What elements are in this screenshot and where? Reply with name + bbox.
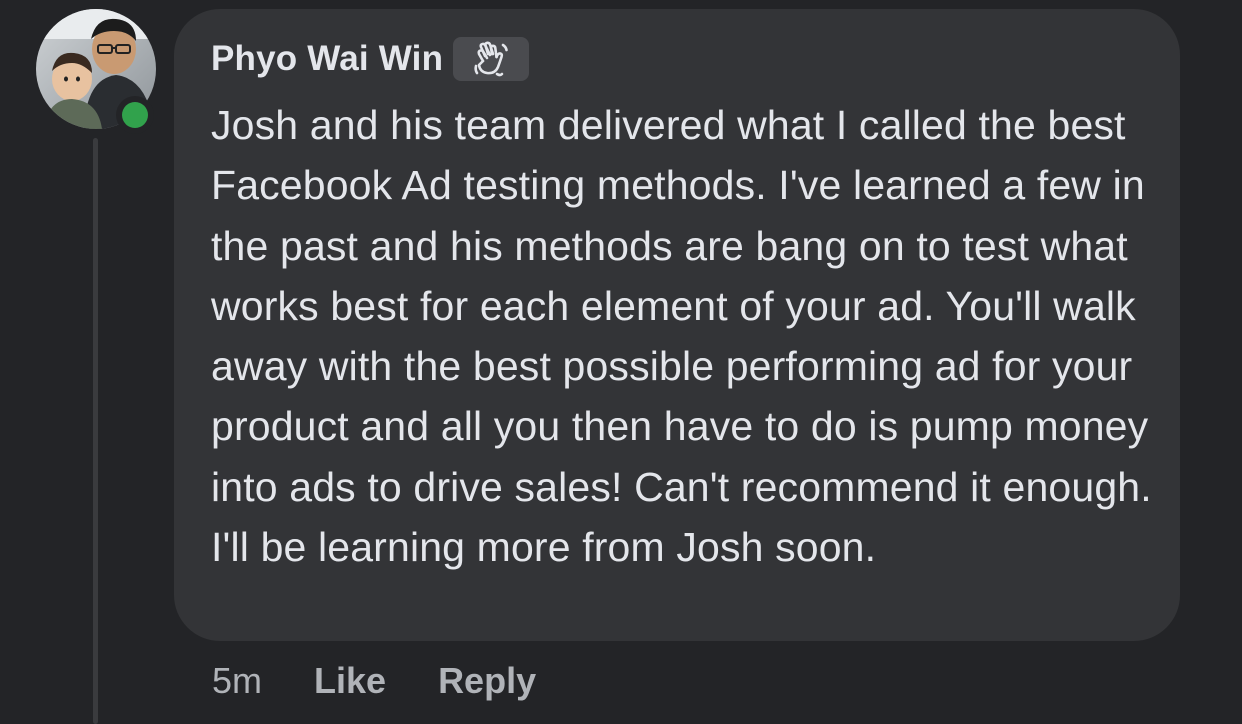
like-button[interactable]: Like <box>314 660 386 702</box>
comment-bubble: Phyo Wai Win Josh and his team delivered… <box>174 9 1180 641</box>
comment-actions: 5m Like Reply <box>212 656 536 706</box>
comment-timestamp[interactable]: 5m <box>212 660 262 702</box>
waving-hand-icon[interactable] <box>453 37 530 81</box>
comment-header: Phyo Wai Win <box>211 37 1160 81</box>
reply-button[interactable]: Reply <box>438 660 536 702</box>
thread-line <box>93 138 98 724</box>
comment-text: Josh and his team delivered what I calle… <box>211 102 1152 571</box>
author-name[interactable]: Phyo Wai Win <box>211 39 443 79</box>
online-status-dot <box>116 96 154 134</box>
